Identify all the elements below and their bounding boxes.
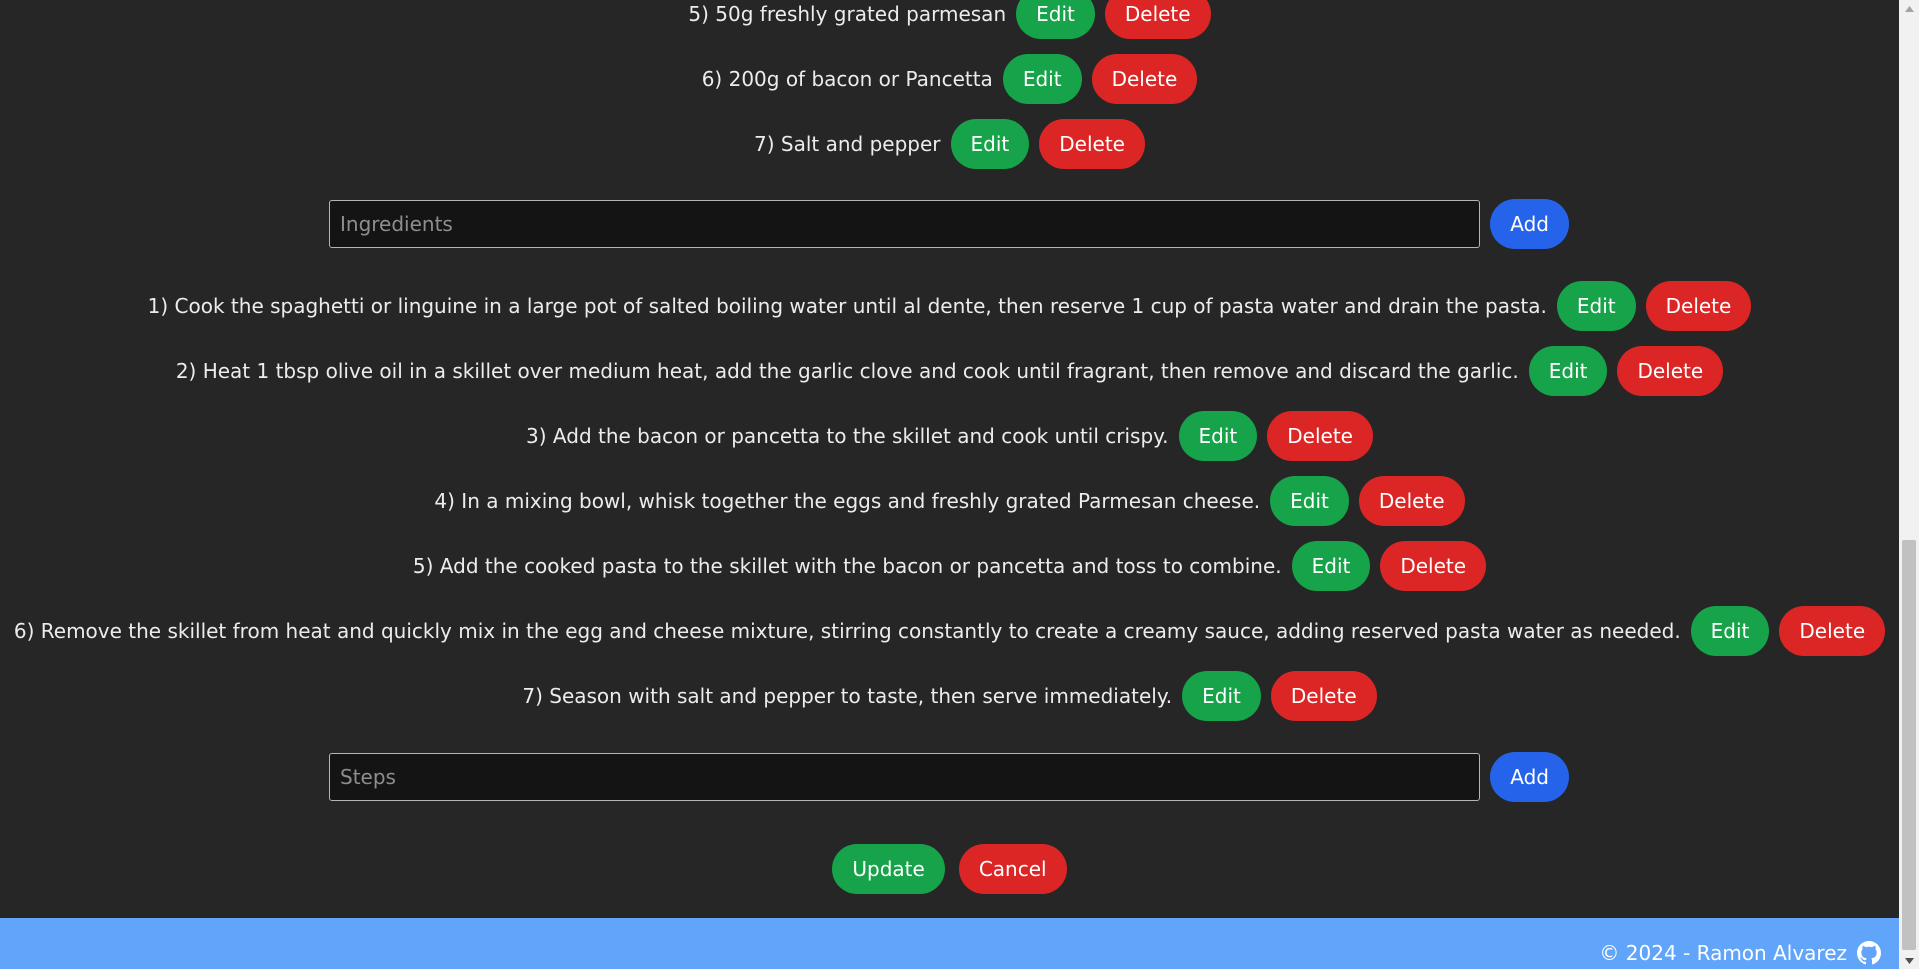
- step-text: 5) Add the cooked pasta to the skillet w…: [412, 554, 1282, 578]
- form-actions: Update Cancel: [0, 844, 1899, 894]
- step-text: 3) Add the bacon or pancetta to the skil…: [526, 424, 1169, 448]
- step-item: 6) Remove the skillet from heat and quic…: [0, 606, 1899, 656]
- ingredient-input-row: Add: [329, 198, 1569, 250]
- step-item: 4) In a mixing bowl, whisk together the …: [0, 476, 1899, 526]
- scroll-up-icon[interactable]: [1899, 0, 1919, 17]
- edit-button[interactable]: Edit: [1016, 0, 1095, 39]
- delete-button[interactable]: Delete: [1380, 541, 1487, 591]
- update-button[interactable]: Update: [832, 844, 945, 894]
- step-text: 4) In a mixing bowl, whisk together the …: [434, 489, 1261, 513]
- delete-button[interactable]: Delete: [1267, 411, 1373, 461]
- step-item: 2) Heat 1 tbsp olive oil in a skillet ov…: [0, 346, 1899, 396]
- step-item: 3) Add the bacon or pancetta to the skil…: [0, 411, 1899, 461]
- scrollbar-thumb[interactable]: [1902, 540, 1916, 950]
- footer-copyright: © 2024 - Ramon Alvarez: [1599, 941, 1847, 965]
- edit-button[interactable]: Edit: [950, 119, 1030, 169]
- step-item: 5) Add the cooked pasta to the skillet w…: [0, 541, 1899, 591]
- step-input-row: Add: [329, 751, 1569, 803]
- step-text: 1) Cook the spaghetti or linguine in a l…: [147, 294, 1547, 318]
- recipe-edit-form: 5) 50g freshly grated parmesan Edit Dele…: [0, 0, 1899, 969]
- edit-button[interactable]: Edit: [1002, 54, 1082, 104]
- footer: © 2024 - Ramon Alvarez: [0, 918, 1899, 969]
- edit-button[interactable]: Edit: [1690, 606, 1770, 656]
- scroll-down-icon[interactable]: [1899, 952, 1919, 969]
- delete-button[interactable]: Delete: [1091, 54, 1198, 104]
- ingredient-item: 5) 50g freshly grated parmesan Edit Dele…: [0, 0, 1899, 39]
- steps-input[interactable]: [329, 753, 1481, 801]
- ingredient-item: 7) Salt and pepper Edit Delete: [0, 119, 1899, 169]
- delete-button[interactable]: Delete: [1104, 0, 1211, 39]
- ingredient-text: 5) 50g freshly grated parmesan: [688, 2, 1007, 26]
- edit-button[interactable]: Edit: [1291, 541, 1371, 591]
- delete-button[interactable]: Delete: [1270, 671, 1377, 721]
- ingredient-text: 6) 200g of bacon or Pancetta: [701, 67, 993, 91]
- add-step-button[interactable]: Add: [1490, 752, 1569, 802]
- edit-button[interactable]: Edit: [1528, 346, 1608, 396]
- delete-button[interactable]: Delete: [1617, 346, 1724, 396]
- delete-button[interactable]: Delete: [1358, 476, 1465, 526]
- delete-button[interactable]: Delete: [1039, 119, 1145, 169]
- delete-button[interactable]: Delete: [1645, 281, 1752, 331]
- edit-button[interactable]: Edit: [1178, 411, 1258, 461]
- step-text: 6) Remove the skillet from heat and quic…: [13, 619, 1681, 643]
- github-icon[interactable]: [1857, 941, 1881, 965]
- step-item: 7) Season with salt and pepper to taste,…: [0, 671, 1899, 721]
- step-item: 1) Cook the spaghetti or linguine in a l…: [0, 281, 1899, 331]
- page-scrollbar[interactable]: [1899, 0, 1919, 969]
- ingredients-input[interactable]: [329, 200, 1481, 248]
- step-text: 2) Heat 1 tbsp olive oil in a skillet ov…: [175, 359, 1519, 383]
- add-ingredient-button[interactable]: Add: [1490, 199, 1569, 249]
- edit-button[interactable]: Edit: [1270, 476, 1349, 526]
- delete-button[interactable]: Delete: [1779, 606, 1886, 656]
- ingredient-text: 7) Salt and pepper: [754, 132, 941, 156]
- edit-button[interactable]: Edit: [1182, 671, 1261, 721]
- step-text: 7) Season with salt and pepper to taste,…: [522, 684, 1173, 708]
- cancel-button[interactable]: Cancel: [958, 844, 1067, 894]
- edit-button[interactable]: Edit: [1556, 281, 1636, 331]
- ingredient-item: 6) 200g of bacon or Pancetta Edit Delete: [0, 54, 1899, 104]
